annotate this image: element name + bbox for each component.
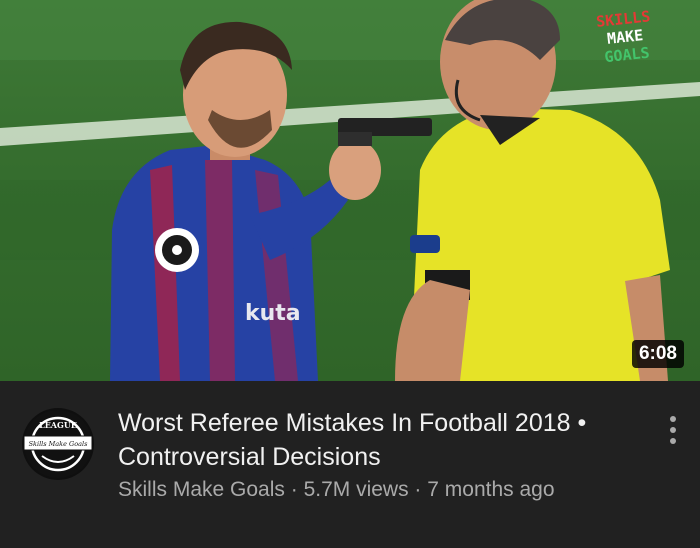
meta-separator: ·: [284, 478, 304, 501]
league-logo-icon: LEAGUE Skills Make Goals: [23, 410, 93, 478]
avatar-top-text: LEAGUE: [39, 420, 77, 430]
video-thumbnail[interactable]: kuta SKILLS MAKE GOALS 6:08: [0, 0, 700, 381]
video-title[interactable]: Worst Referee Mistakes In Football 2018 …: [118, 406, 638, 474]
vertical-ellipsis-icon: [661, 416, 685, 444]
channel-name[interactable]: Skills Make Goals: [118, 478, 285, 501]
thumbnail-scene: kuta: [0, 0, 700, 381]
avatar-banner-text: Skills Make Goals: [29, 440, 88, 448]
player-figure: kuta: [110, 21, 381, 381]
video-metadata: Skills Make Goals · 5.7M views · 7 month…: [118, 478, 555, 502]
duration-badge: 6:08: [631, 340, 684, 368]
more-options-button[interactable]: [661, 416, 685, 450]
channel-watermark: SKILLS MAKE GOALS: [595, 7, 655, 66]
jersey-text: kuta: [245, 301, 301, 326]
gun-prop: [338, 118, 432, 146]
meta-separator: ·: [408, 478, 428, 501]
channel-avatar[interactable]: LEAGUE Skills Make Goals: [22, 408, 94, 480]
view-count: 5.7M views: [303, 478, 409, 501]
upload-age: 7 months ago: [427, 478, 555, 501]
video-card[interactable]: kuta SKILLS MAKE GOALS 6:08 LEAGUE Skill…: [0, 0, 700, 548]
